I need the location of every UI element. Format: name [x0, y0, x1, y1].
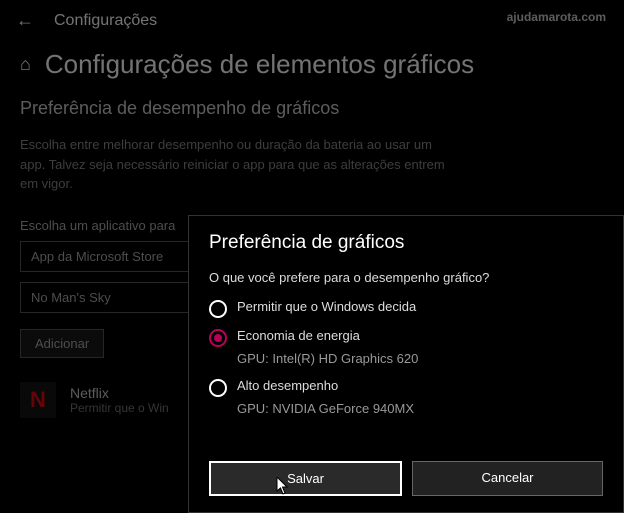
radio-icon: [209, 300, 227, 318]
radio-option-power-saving[interactable]: Economia de energia: [209, 328, 603, 347]
section-description: Escolha entre melhorar desempenho ou dur…: [20, 135, 450, 194]
radio-label: Economia de energia: [237, 328, 360, 343]
app-icon: N: [20, 382, 56, 418]
radio-icon: [209, 329, 227, 347]
add-button[interactable]: Adicionar: [20, 329, 104, 358]
dialog-title: Preferência de gráficos: [209, 232, 603, 254]
cancel-button[interactable]: Cancelar: [412, 461, 603, 496]
watermark: ajudamarota.com: [507, 10, 606, 24]
app-name: Netflix: [70, 385, 169, 401]
radio-icon: [209, 379, 227, 397]
radio-option-windows-decide[interactable]: Permitir que o Windows decida: [209, 299, 603, 318]
back-button[interactable]: ←: [16, 10, 34, 31]
home-icon[interactable]: ⌂: [20, 54, 31, 75]
dialog-question: O que você prefere para o desempenho grá…: [209, 270, 603, 285]
graphics-preference-dialog: Preferência de gráficos O que você prefe…: [188, 215, 624, 513]
save-button[interactable]: Salvar: [209, 461, 402, 496]
app-subtitle: Permitir que o Win: [70, 401, 169, 415]
radio-sublabel: GPU: NVIDIA GeForce 940MX: [237, 401, 603, 416]
radio-sublabel: GPU: Intel(R) HD Graphics 620: [237, 351, 603, 366]
page-title: Configurações de elementos gráficos: [45, 49, 474, 80]
radio-label: Alto desempenho: [237, 378, 338, 393]
radio-option-high-performance[interactable]: Alto desempenho: [209, 378, 603, 397]
radio-label: Permitir que o Windows decida: [237, 299, 416, 314]
topbar-title: Configurações: [54, 12, 157, 30]
section-title: Preferência de desempenho de gráficos: [20, 98, 604, 119]
